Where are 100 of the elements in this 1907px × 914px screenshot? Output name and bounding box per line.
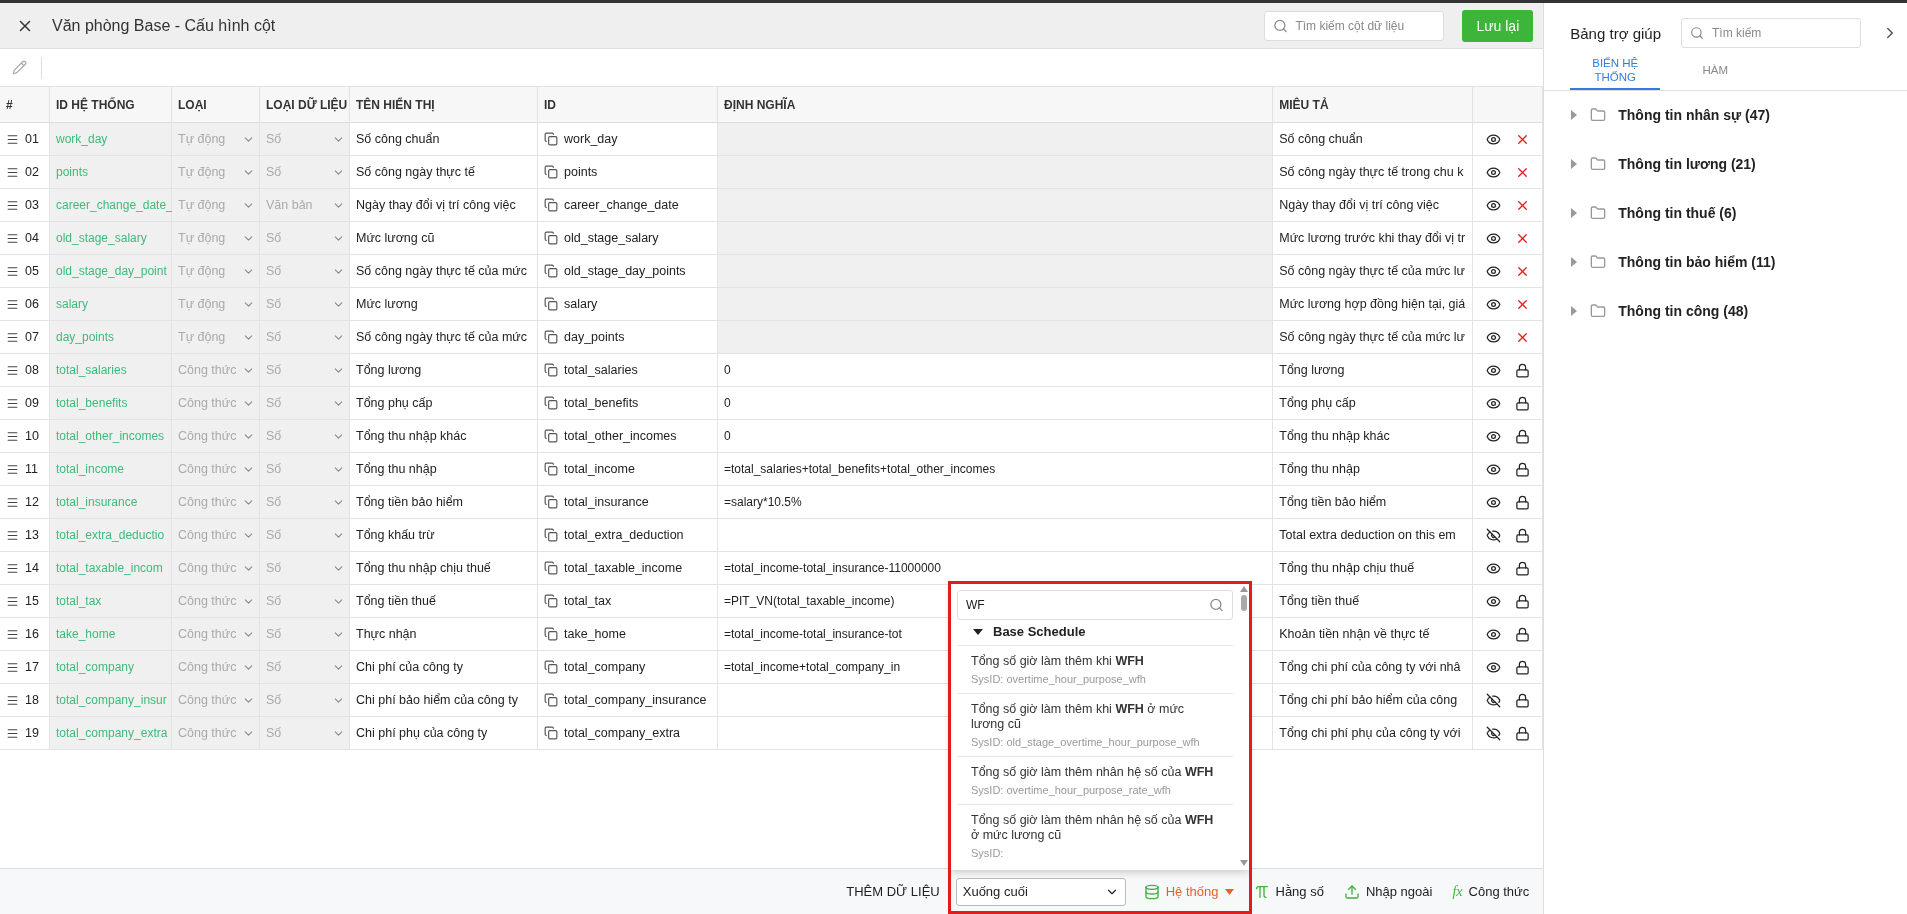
drag-handle-icon[interactable] — [6, 132, 19, 146]
eye-icon[interactable] — [1485, 362, 1501, 378]
search-field[interactable]: Tìm kiếm cột dữ liệu — [1264, 10, 1445, 41]
eye-icon[interactable] — [1485, 593, 1501, 609]
drag-handle-icon[interactable] — [6, 660, 19, 674]
copy-icon[interactable] — [544, 297, 558, 311]
row-number: 05 — [25, 264, 39, 278]
copy-icon[interactable] — [544, 165, 558, 179]
copy-icon[interactable] — [544, 726, 558, 740]
eye-icon[interactable] — [1485, 329, 1501, 345]
drag-handle-icon[interactable] — [6, 231, 19, 245]
add-data-button[interactable]: Nhập ngoài — [1341, 879, 1435, 904]
eye-icon[interactable] — [1485, 494, 1501, 510]
tree-item[interactable]: Thông tin nhân sự (47) — [1618, 107, 1770, 124]
drag-handle-icon[interactable] — [6, 561, 19, 575]
table-cell: =salary*10.5% — [718, 486, 1274, 519]
copy-icon[interactable] — [544, 462, 558, 476]
table-cell: total_extra_deductio — [50, 519, 172, 552]
table-cell: Tổng lương — [356, 363, 422, 377]
dropdown-item[interactable]: Tổng số giờ làm thêm khi WFH SysID: overtime_hour_purpose_wfh — [957, 645, 1233, 693]
table-cell: Mức lương — [356, 297, 418, 311]
drag-handle-icon[interactable] — [6, 198, 19, 212]
add-data-button[interactable]: fx Công thức — [1450, 879, 1532, 904]
copy-icon[interactable] — [544, 132, 558, 146]
drag-handle-icon[interactable] — [6, 297, 19, 311]
drag-handle-icon[interactable] — [6, 528, 19, 542]
copy-icon[interactable] — [544, 330, 558, 344]
panel-tab[interactable]: BIẾN HỆ THỐNG — [1570, 53, 1661, 90]
drag-handle-icon[interactable] — [6, 627, 19, 641]
table-cell: take_home — [564, 627, 626, 641]
eye-icon[interactable] — [1485, 197, 1501, 213]
drag-handle-icon[interactable] — [6, 330, 19, 344]
drag-handle-icon[interactable] — [6, 165, 19, 179]
table-cell: Tổng thu nhập khác — [356, 429, 467, 443]
tree-item[interactable]: Thông tin bảo hiểm (11) — [1618, 254, 1776, 271]
copy-icon[interactable] — [544, 594, 558, 608]
row-number: 07 — [25, 330, 39, 344]
tree-item[interactable]: Thông tin lương (21) — [1618, 156, 1756, 173]
drag-handle-icon[interactable] — [6, 429, 19, 443]
copy-icon[interactable] — [544, 627, 558, 641]
eye-icon[interactable] — [1485, 263, 1501, 279]
copy-icon[interactable] — [544, 429, 558, 443]
dropdown-item[interactable]: Tổng số giờ làm thêm nhân hệ số của WFH SysID: overtime_hour_purpose_rate_wfh — [957, 755, 1233, 804]
save-button[interactable]: Lưu lại — [1462, 9, 1534, 42]
table-cell: Tổng thu nhập chịu thuế — [356, 561, 491, 575]
drag-handle-icon[interactable] — [6, 726, 19, 740]
caret-icon — [1224, 888, 1234, 895]
eye-icon[interactable] — [1485, 395, 1501, 411]
eye-icon[interactable] — [1485, 428, 1501, 444]
table-cell: Tổng tiền bảo hiểm — [356, 495, 463, 509]
tree-item[interactable]: Thông tin công (48) — [1618, 303, 1749, 320]
eye-icon[interactable] — [1485, 164, 1501, 180]
eye-icon[interactable] — [1485, 659, 1501, 675]
drag-handle-icon[interactable] — [6, 396, 19, 410]
drag-handle-icon[interactable] — [6, 693, 19, 707]
copy-icon[interactable] — [544, 396, 558, 410]
table-cell: salary — [564, 297, 598, 311]
add-data-button[interactable]: Hằng số — [1251, 879, 1326, 904]
eye-icon[interactable] — [1485, 626, 1501, 642]
eye-off-icon[interactable] — [1485, 527, 1501, 543]
copy-icon[interactable] — [544, 660, 558, 674]
row-number: 06 — [25, 297, 39, 311]
table-cell: Tổng phụ cấp — [1279, 396, 1356, 410]
dropdown-item[interactable]: Tổng số giờ làm thêm nhân hệ số của WFH ở mức lương cũ SysID: — [957, 803, 1233, 867]
add-data-button[interactable]: Hệ thống — [1141, 879, 1236, 904]
table-cell: 0 — [718, 354, 1274, 387]
copy-icon[interactable] — [544, 264, 558, 278]
eye-icon[interactable] — [1485, 296, 1501, 312]
column-header: ĐỊNH NGHĨA — [718, 87, 1274, 123]
eye-off-icon[interactable] — [1485, 692, 1501, 708]
copy-icon[interactable] — [544, 231, 558, 245]
lock-icon — [1514, 692, 1530, 708]
drag-handle-icon[interactable] — [6, 462, 19, 476]
eye-icon[interactable] — [1485, 461, 1501, 477]
panel-title: Bảng trợ giúp — [1570, 24, 1661, 42]
table-cell: total_company_insurance — [564, 693, 707, 707]
copy-icon[interactable] — [544, 528, 558, 542]
tree-item[interactable]: Thông tin thuế (6) — [1618, 205, 1737, 222]
row-number: 10 — [25, 429, 39, 443]
caret-icon[interactable] — [973, 628, 983, 635]
position-select[interactable]: Xuống cuối — [955, 877, 1126, 906]
copy-icon[interactable] — [544, 198, 558, 212]
eye-off-icon[interactable] — [1485, 725, 1501, 741]
eye-icon[interactable] — [1485, 131, 1501, 147]
panel-tab[interactable]: HÀM — [1670, 53, 1761, 90]
copy-icon[interactable] — [544, 693, 558, 707]
dropdown-search-field[interactable]: WF — [957, 590, 1233, 620]
drag-handle-icon[interactable] — [6, 495, 19, 509]
drag-handle-icon[interactable] — [6, 363, 19, 377]
drag-handle-icon[interactable] — [6, 264, 19, 278]
eye-icon[interactable] — [1485, 230, 1501, 246]
copy-icon[interactable] — [544, 495, 558, 509]
drag-handle-icon[interactable] — [6, 594, 19, 608]
eye-icon[interactable] — [1485, 560, 1501, 576]
table-cell: Số công ngày thực tế của mức lư — [1279, 330, 1465, 344]
table-cell: Tổng tiền thuế — [1279, 594, 1360, 608]
copy-icon[interactable] — [544, 363, 558, 377]
dropdown-item[interactable]: Tổng số giờ làm thêm khi WFH ở mức lương cũ SysID: old_stage_overtime_hour_purpose_wfh — [957, 692, 1233, 756]
copy-icon[interactable] — [544, 561, 558, 575]
help-search-field[interactable]: Tìm kiếm — [1681, 18, 1861, 48]
